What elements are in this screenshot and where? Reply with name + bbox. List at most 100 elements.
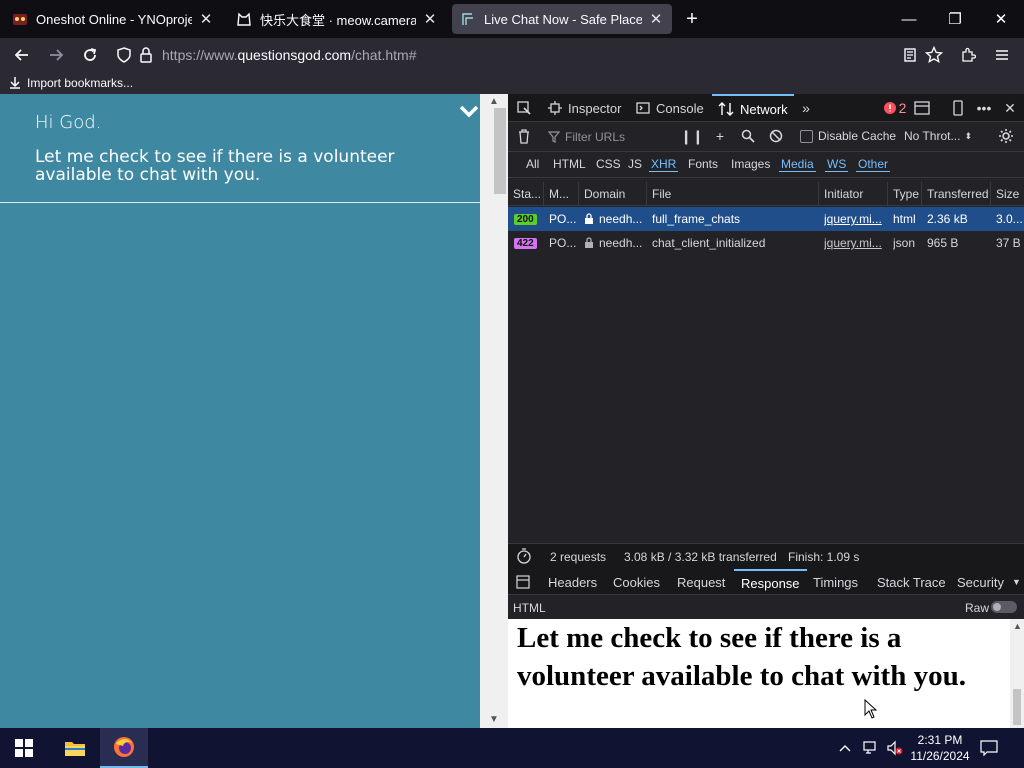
windows-start-icon[interactable] [0,728,48,768]
close-tab-icon[interactable]: ✕ [198,10,214,28]
firefox-taskbar-icon[interactable] [100,728,148,768]
raw-toggle-label: Raw [965,601,990,615]
toggle-sidebar-icon[interactable] [516,575,530,592]
tab-inspector[interactable]: Inspector [548,94,621,122]
scrollbar-thumb[interactable] [1013,689,1021,725]
column-transferred[interactable]: Transferred [922,182,991,206]
response-scrollbar[interactable]: ▲ [1010,619,1024,728]
menu-icon[interactable] [988,41,1016,69]
close-window-icon[interactable]: ✕ [978,0,1024,38]
request-table-header: Sta... M... Domain File Initiator Type T… [508,182,1024,206]
column-file[interactable]: File [647,182,819,206]
filter-media[interactable]: Media [779,157,816,172]
tab-timings[interactable]: Timings [813,569,858,595]
request-initiator[interactable]: jquery.mi... [824,207,886,231]
scroll-down-icon[interactable]: ▼ [484,714,504,725]
column-domain[interactable]: Domain [579,182,647,206]
filter-other[interactable]: Other [856,157,891,172]
request-initiator[interactable]: jquery.mi... [824,231,886,255]
pick-element-icon[interactable] [514,98,534,118]
import-bookmarks-button[interactable]: Import bookmarks... [8,76,133,90]
table-row[interactable]: 422 PO... needh... chat_client_initializ… [508,231,1024,255]
close-tab-icon[interactable]: ✕ [648,10,664,28]
system-clock[interactable]: 2:31 PM 11/26/2024 [908,728,972,768]
request-domain: needh... [584,231,646,255]
column-initiator[interactable]: Initiator [819,182,888,206]
lock-icon [585,213,593,224]
table-row[interactable]: 200 PO... needh... full_frame_chats jque… [508,207,1024,231]
search-icon[interactable] [738,126,758,146]
tab-console[interactable]: Console [636,94,704,122]
volume-muted-icon[interactable] [886,728,908,768]
performance-stopwatch-icon[interactable] [516,548,532,567]
throttle-select[interactable]: No Throt... ⬍ [904,129,972,143]
filter-images[interactable]: Images [729,157,772,171]
checkbox-box[interactable] [800,129,813,143]
close-devtools-icon[interactable]: ✕ [1000,98,1020,118]
url-field[interactable]: https://www. questionsgod.com/chat.htm# [162,43,942,67]
filter-all[interactable]: All [524,157,541,171]
error-count-badge[interactable]: 2 [880,98,910,118]
filter-fonts[interactable]: Fonts [686,157,720,171]
filter-urls-input[interactable]: Filter URLs [548,128,678,146]
responsive-mode-icon[interactable] [948,98,968,118]
url-host: questionsgod.com [237,47,352,63]
tab-live-chat[interactable]: Live Chat Now - Safe Place to talk ✕ [452,4,672,34]
network-settings-gear-icon[interactable] [996,126,1016,146]
pause-icon[interactable]: ❙❙ [680,126,703,146]
import-bookmarks-label: Import bookmarks... [27,76,134,90]
filter-xhr[interactable]: XHR [649,157,679,172]
new-tab-icon[interactable]: + [680,8,704,30]
tab-request[interactable]: Request [677,569,725,595]
tab-oneshot[interactable]: Oneshot Online - YNOproject ✕ [4,4,222,34]
more-tabs-dropdown-icon[interactable]: ▼ [1012,569,1021,595]
disable-cache-checkbox[interactable]: Disable Cache [800,129,896,143]
clear-trash-icon[interactable] [514,126,534,146]
page-scrollbar[interactable]: ▲ ▼ [480,94,508,728]
tab-meow-camera[interactable]: 快乐大食堂 · meow.camera ✕ [228,4,446,34]
more-options-icon[interactable]: ••• [974,98,994,118]
forward-icon[interactable] [42,41,70,69]
bookmark-star-icon[interactable] [920,41,948,69]
raw-toggle[interactable] [991,601,1017,613]
filter-js[interactable]: JS [626,157,644,171]
back-icon[interactable] [8,41,36,69]
scroll-up-icon[interactable]: ▲ [484,96,504,107]
notifications-icon[interactable] [980,728,1004,768]
filter-html[interactable]: HTML [551,157,588,171]
minimize-icon[interactable]: — [886,0,932,38]
close-tab-icon[interactable]: ✕ [422,10,438,28]
dock-side-icon[interactable] [912,98,932,118]
tab-response[interactable]: Response [734,569,807,595]
tab-stack-trace[interactable]: Stack Trace [877,569,946,595]
tab-headers[interactable]: Headers [548,569,597,595]
block-requests-icon[interactable] [766,126,786,146]
column-type[interactable]: Type [888,182,922,206]
chat-greeting: Hi God. [35,112,102,133]
network-summary-bar: 2 requests 3.08 kB / 3.32 kB transferred… [508,543,1024,569]
tab-cookies[interactable]: Cookies [613,569,660,595]
tab-network[interactable]: Network [712,94,794,122]
file-explorer-icon[interactable] [51,728,99,768]
request-type: json [893,236,916,250]
show-hidden-icons-chevron-icon[interactable] [838,728,856,768]
reload-icon[interactable] [76,41,104,69]
lock-icon[interactable] [132,41,160,69]
filter-css[interactable]: CSS [594,157,623,171]
extensions-icon[interactable] [954,41,982,69]
more-tools-chevron-icon[interactable]: » [796,98,816,118]
scroll-up-icon[interactable]: ▲ [1013,621,1022,631]
add-request-icon[interactable]: + [710,126,730,146]
column-size[interactable]: Size [991,182,1024,206]
filter-ws[interactable]: WS [825,157,849,172]
screen: Oneshot Online - YNOproject ✕ 快乐大食堂 · me… [0,0,1024,768]
collapse-chevron-icon[interactable] [458,102,480,125]
request-transferred: 2.36 kB [927,212,968,226]
column-method[interactable]: M... [544,182,579,206]
request-transferred: 965 B [927,236,959,250]
column-status[interactable]: Sta... [508,182,544,206]
scrollbar-thumb[interactable] [494,108,506,194]
tab-security[interactable]: Security [957,569,1004,595]
restore-icon[interactable]: ❐ [932,0,978,38]
network-tray-icon[interactable] [862,728,882,768]
